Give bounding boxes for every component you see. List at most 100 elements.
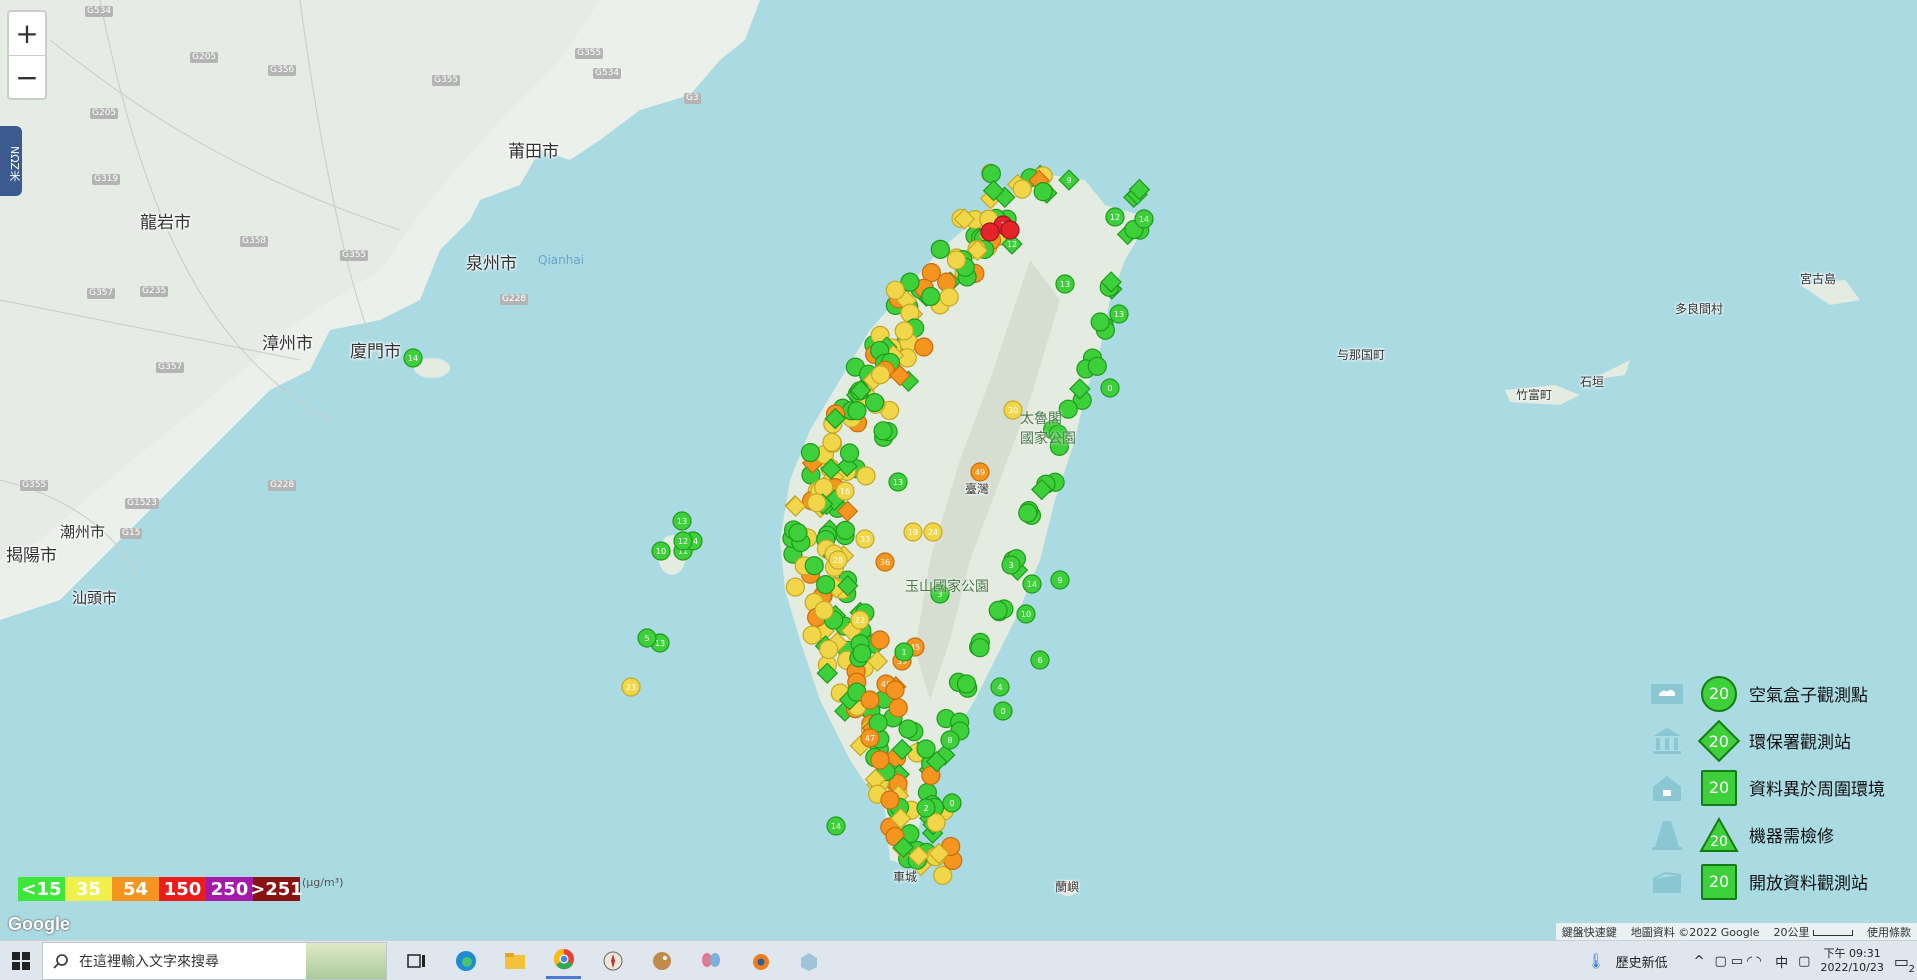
sensor-marker[interactable] <box>894 321 914 341</box>
sensor-marker[interactable] <box>1000 220 1020 240</box>
sensor-marker[interactable]: 8 <box>940 730 960 750</box>
sensor-marker[interactable] <box>888 698 908 718</box>
sensor-marker[interactable]: 6 <box>1030 650 1050 670</box>
sensor-marker[interactable]: 36 <box>875 552 895 572</box>
sensor-marker[interactable]: 0 <box>1100 378 1120 398</box>
sensor-marker[interactable]: 13 <box>672 511 692 531</box>
sensor-marker[interactable]: 28 <box>828 550 848 570</box>
sensor-marker[interactable] <box>822 432 842 452</box>
sensor-marker[interactable]: 13 <box>1109 304 1129 324</box>
file-explorer-icon[interactable] <box>497 943 532 979</box>
sensor-marker[interactable]: 24 <box>923 522 943 542</box>
compass-app-icon[interactable] <box>595 943 630 979</box>
sensor-marker[interactable] <box>898 719 918 739</box>
sensor-marker[interactable] <box>914 337 934 357</box>
zoom-out-button[interactable]: − <box>9 55 45 98</box>
sensor-marker[interactable] <box>800 442 821 463</box>
sensor-marker[interactable] <box>835 520 855 540</box>
ime-mode-icon[interactable]: ▢ <box>1798 954 1810 969</box>
sensor-marker[interactable] <box>1033 182 1053 202</box>
edge-icon[interactable] <box>448 943 483 979</box>
start-button[interactable] <box>0 941 42 980</box>
sensor-marker[interactable]: 4 <box>990 677 1010 697</box>
sensor-marker[interactable]: 10 <box>1016 604 1036 624</box>
sensor-marker[interactable] <box>852 643 872 663</box>
sensor-marker[interactable] <box>981 164 1001 184</box>
butterfly-app-icon[interactable] <box>693 943 728 979</box>
sensor-marker[interactable] <box>807 493 827 513</box>
sensor-marker[interactable] <box>1087 356 1107 376</box>
sensor-marker[interactable]: 47 <box>860 728 880 748</box>
keyboard-shortcuts-link[interactable]: 鍵盤快速鍵 <box>1562 924 1617 940</box>
ime-indicator[interactable]: 中 <box>1775 952 1788 971</box>
google-logo[interactable]: Google <box>8 914 70 935</box>
sensor-marker[interactable]: 12 <box>1105 207 1125 227</box>
sensor-marker[interactable]: 14 <box>1022 574 1042 594</box>
sensor-marker[interactable]: 12 <box>673 531 693 551</box>
sensor-marker[interactable]: 14 <box>826 816 846 836</box>
sensor-marker[interactable]: 19 <box>903 522 923 542</box>
sensor-marker[interactable]: 2 <box>916 798 936 818</box>
sensor-marker[interactable] <box>1090 312 1110 332</box>
side-panel-tab[interactable]: ΝΩΖ米 <box>0 126 22 196</box>
sensor-marker[interactable]: 1 <box>894 642 914 662</box>
sensor-marker[interactable] <box>804 556 824 576</box>
blender-icon[interactable] <box>742 943 777 979</box>
sensor-marker[interactable] <box>870 630 890 650</box>
sensor-marker[interactable] <box>946 250 967 270</box>
sensor-marker[interactable] <box>802 625 822 645</box>
sensor-marker[interactable] <box>939 287 959 307</box>
weather-icon[interactable]: 🌡 <box>1587 952 1606 970</box>
sensor-marker[interactable] <box>847 401 867 421</box>
sensor-marker[interactable] <box>870 750 890 770</box>
sensor-marker[interactable]: 16 <box>835 481 855 501</box>
sensor-marker[interactable]: 0 <box>942 793 962 813</box>
notification-center-icon[interactable]: ▭ 2 <box>1894 952 1915 975</box>
map-data-credit[interactable]: 地圖資料 ©2022 Google <box>1631 924 1760 940</box>
sensor-marker[interactable] <box>860 690 880 710</box>
sensor-marker[interactable]: 13 <box>888 472 908 492</box>
sensor-marker[interactable] <box>788 523 808 543</box>
sensor-marker[interactable]: 5 <box>637 628 657 648</box>
terms-link[interactable]: 使用條款 <box>1867 924 1911 940</box>
sensor-marker[interactable]: 13 <box>1055 274 1075 294</box>
sensor-marker[interactable]: 9 <box>1050 570 1070 590</box>
sensor-marker[interactable] <box>988 600 1008 620</box>
bird-app-icon[interactable] <box>644 943 679 979</box>
sensor-marker[interactable]: 33 <box>855 529 875 549</box>
scale-indicator[interactable]: 20公里 <box>1774 924 1853 940</box>
sensor-marker[interactable]: 14 <box>1134 209 1154 229</box>
chrome-icon[interactable] <box>546 943 581 979</box>
sensor-marker[interactable] <box>1012 179 1032 199</box>
task-view-icon[interactable] <box>399 943 434 979</box>
sensor-marker[interactable] <box>785 577 805 597</box>
sensor-marker[interactable]: 23 <box>621 677 641 697</box>
tray-chevron-icon[interactable]: ^ <box>1694 954 1705 969</box>
weather-text[interactable]: 歷史新低 <box>1616 952 1668 971</box>
sensor-marker[interactable]: 14 <box>403 348 423 368</box>
sensor-marker[interactable] <box>856 466 876 486</box>
sensor-marker[interactable]: 10 <box>651 541 671 561</box>
sensor-marker[interactable]: 49 <box>970 462 990 482</box>
sensor-marker[interactable] <box>885 280 905 300</box>
tray-status-icons[interactable]: ▢▭◜◝ <box>1715 954 1766 969</box>
sensor-marker[interactable] <box>885 680 905 700</box>
sensor-marker[interactable] <box>980 222 1000 242</box>
zoom-in-button[interactable]: + <box>9 12 45 55</box>
sensor-marker[interactable] <box>1018 503 1038 523</box>
sensor-marker[interactable] <box>970 638 990 658</box>
sensor-marker[interactable] <box>839 443 860 463</box>
box-app-icon[interactable] <box>791 943 826 979</box>
sensor-marker[interactable] <box>871 365 891 385</box>
sensor-marker[interactable] <box>880 790 900 810</box>
sensor-marker[interactable]: 22 <box>850 610 870 630</box>
sensor-marker[interactable]: 3 <box>1001 555 1021 575</box>
sensor-marker[interactable] <box>814 600 834 621</box>
sensor-marker[interactable] <box>873 421 893 441</box>
sensor-marker[interactable] <box>865 392 885 413</box>
sensor-marker[interactable] <box>921 286 941 307</box>
sensor-marker[interactable] <box>816 574 836 595</box>
sensor-marker[interactable] <box>930 239 950 259</box>
sensor-marker[interactable] <box>956 674 977 694</box>
map-canvas[interactable]: 9141213135233049453948473624191428013111… <box>0 0 1917 940</box>
